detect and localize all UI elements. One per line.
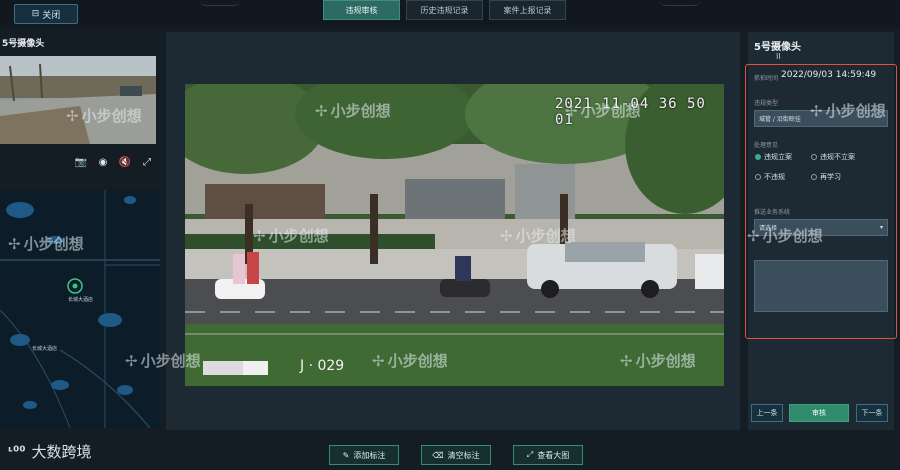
tab-violation-review[interactable]: 违规审核 xyxy=(323,0,400,20)
decor-arc xyxy=(660,0,700,6)
video-frame[interactable]: 2021-11-04 36 50 01 xyxy=(185,84,724,386)
violation-type-select[interactable]: 城管 / 沿街晾挂 xyxy=(754,110,888,127)
radio-dot xyxy=(811,154,817,160)
review-camera-title: 5号摄像头 xyxy=(754,42,801,53)
map-view[interactable]: 长城大酒店 长城大酒店 xyxy=(0,190,160,428)
radio-file-case[interactable]: 违规立案 xyxy=(755,152,792,162)
radio-dot xyxy=(755,174,761,180)
eraser-icon: ⌫ xyxy=(432,450,444,460)
expand-icon: ⤢ xyxy=(526,450,534,459)
add-annotation-button[interactable]: ✎ 添加标注 xyxy=(329,445,399,465)
radio-dot xyxy=(755,154,761,160)
next-button[interactable]: 下一条 xyxy=(856,404,888,422)
brand-logo: ᶫ⁰⁰ 大数跨境 xyxy=(8,443,92,461)
tab-bar: 违规审核 历史违规记录 案件上报记录 xyxy=(323,0,566,20)
close-button[interactable]: ⊟ 关闭 xyxy=(14,4,78,24)
review-button[interactable]: 审核 xyxy=(789,404,849,422)
radio-dot xyxy=(811,174,817,180)
video-timestamp: 2021-11-04 36 50 01 xyxy=(555,96,706,128)
radio-no-case[interactable]: 违规不立案 xyxy=(811,152,855,162)
annotation-actions: ✎ 添加标注 ⌫ 清空标注 ⤢ 查看大图 xyxy=(329,445,583,465)
record-icon[interactable]: ◉ xyxy=(96,155,110,169)
review-navigation: 上一条 审核 下一条 xyxy=(751,404,888,422)
plate-mask xyxy=(243,361,268,375)
radio-not-violation[interactable]: 不违规 xyxy=(755,172,785,182)
camera-thumbnail[interactable] xyxy=(0,56,156,144)
capture-time-value: 2022/09/03 14:59:49 xyxy=(781,70,877,80)
mute-icon[interactable]: 🔇 xyxy=(118,155,132,169)
brand-mark-icon: ᶫ⁰⁰ xyxy=(8,443,26,460)
map-marker-label: 长城大酒店 xyxy=(68,297,94,303)
tab-history[interactable]: 历史违规记录 xyxy=(406,0,483,20)
back-icon: ⊟ xyxy=(31,9,40,19)
edit-icon: ✎ xyxy=(342,450,350,460)
review-subtitle: II xyxy=(776,52,781,61)
remark-textarea[interactable] xyxy=(754,260,888,312)
handling-label: 处理意见 xyxy=(754,142,779,149)
prev-button[interactable]: 上一条 xyxy=(751,404,783,422)
capture-time-label: 抓拍时间 xyxy=(754,75,779,82)
plate-text: J · 029 xyxy=(300,358,345,374)
camera-controls: 📷 ◉ 🔇 ⤢ xyxy=(74,155,154,169)
push-system-select[interactable]: 请选择 ▾ xyxy=(754,219,888,236)
chevron-down-icon: ▾ xyxy=(879,224,883,231)
map-place-label: 长城大酒店 xyxy=(32,346,58,352)
decor-arc xyxy=(200,0,240,6)
view-large-button[interactable]: ⤢ 查看大图 xyxy=(513,445,583,465)
clear-annotation-button[interactable]: ⌫ 清空标注 xyxy=(421,445,491,465)
violation-type-label: 违规类型 xyxy=(754,100,779,107)
push-system-label: 推送业务系统 xyxy=(754,209,791,216)
radio-relearn[interactable]: 再学习 xyxy=(811,172,841,182)
camera-title: 5号摄像头 xyxy=(2,39,45,49)
fullscreen-icon[interactable]: ⤢ xyxy=(140,155,154,169)
camera-icon[interactable]: 📷 xyxy=(74,155,88,169)
tab-case-report[interactable]: 案件上报记录 xyxy=(489,0,566,20)
